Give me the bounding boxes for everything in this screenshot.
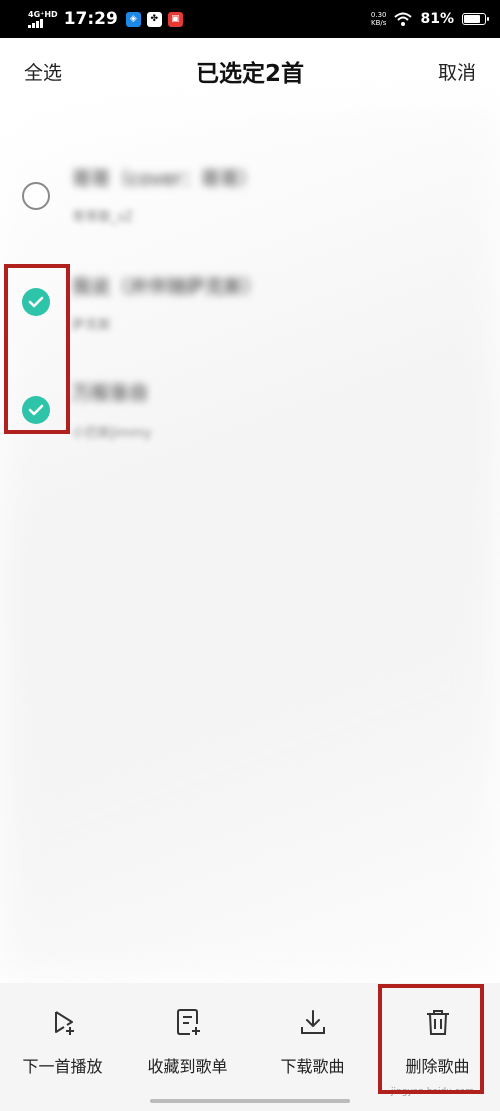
wifi-icon	[394, 12, 413, 26]
unchecked-circle-icon[interactable]	[22, 182, 50, 210]
song-artist: 哥哥歌_sZ	[72, 210, 134, 225]
shield-app-icon: ◈	[125, 11, 141, 27]
pinwheel-app-icon: ✤	[146, 11, 162, 27]
trash-icon	[426, 1010, 449, 1035]
list-item[interactable]: 我说（并伴随萨克斯） 萨克斯	[0, 268, 500, 368]
list-item[interactable]: 万般皆自 小巴新Jimmy	[0, 376, 500, 476]
song-artist: 小巴新Jimmy	[72, 426, 152, 441]
delete-label: 删除歌曲	[405, 1057, 470, 1076]
song-title: 我说（并伴随萨克斯）	[72, 276, 263, 298]
battery-icon	[462, 13, 489, 25]
download-icon	[300, 1010, 325, 1034]
song-title: 哥哥（cover：哥哥）	[72, 168, 258, 190]
checked-circle-icon[interactable]	[22, 396, 50, 424]
select-all-button[interactable]: 全选	[24, 58, 62, 85]
download-label: 下载歌曲	[280, 1057, 345, 1076]
cancel-button[interactable]: 取消	[438, 58, 476, 85]
checked-circle-icon[interactable]	[22, 288, 50, 316]
battery-percent: 81%	[420, 11, 454, 27]
play-next-icon	[54, 1011, 74, 1035]
play-next-label: 下一首播放	[22, 1057, 103, 1076]
red-app-icon: ▣	[167, 11, 183, 27]
selection-header: 全选 已选定2首 取消	[0, 38, 500, 104]
playlist-add-icon	[176, 1009, 200, 1035]
play-next-button[interactable]: 下一首播放	[0, 983, 125, 1111]
signal-bars-icon	[28, 19, 43, 28]
watermark: jingyan.baidu.com	[390, 1087, 474, 1097]
clock: 17:29	[63, 9, 118, 29]
home-indicator[interactable]	[150, 1099, 350, 1103]
download-button[interactable]: 下载歌曲	[250, 983, 375, 1111]
list-item[interactable]: 哥哥（cover：哥哥） 哥哥歌_sZ	[0, 160, 500, 260]
status-bar: 4G⁺HD 17:29 ◈ ✤ ▣ 0.30 KB/s 81%	[0, 0, 500, 38]
add-to-playlist-button[interactable]: 收藏到歌单	[125, 983, 250, 1111]
bottom-toolbar: 下一首播放 收藏到歌单 下载歌曲 删除歌曲 jingyan.baidu.com	[0, 983, 500, 1111]
song-artist: 萨克斯	[72, 318, 112, 333]
add-to-playlist-label: 收藏到歌单	[147, 1057, 228, 1076]
page-title: 已选定2首	[195, 61, 304, 87]
song-title: 万般皆自	[72, 382, 149, 404]
signal-indicator: 4G⁺HD	[28, 10, 58, 28]
network-speed: 0.30 KB/s	[370, 11, 387, 27]
network-type: 4G⁺HD	[28, 10, 58, 19]
